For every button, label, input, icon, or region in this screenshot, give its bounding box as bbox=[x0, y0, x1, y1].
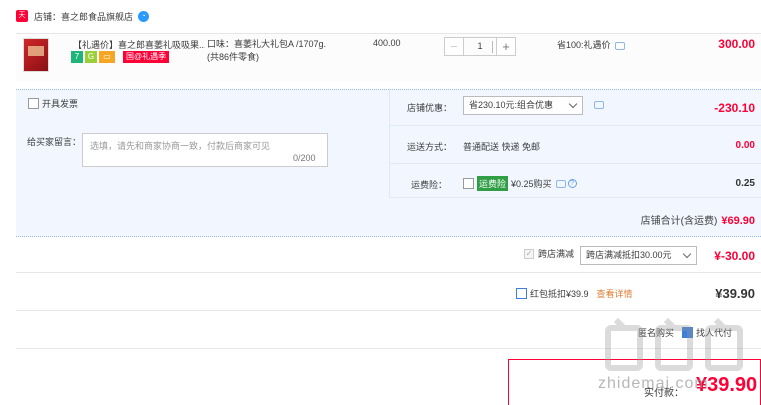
insurance-option[interactable]: 运费险 ¥0.25购买 ? bbox=[463, 176, 577, 191]
product-thumbnail[interactable] bbox=[23, 38, 49, 72]
qty-minus-button[interactable]: − bbox=[444, 37, 464, 56]
delivery-fee: 0.00 bbox=[735, 140, 755, 151]
shop-total: 店铺合计(含运费) ¥69.90 bbox=[560, 212, 755, 227]
shop-total-label: 店铺合计(含运费) bbox=[640, 216, 718, 227]
options-row-line bbox=[389, 125, 761, 126]
cross-store-label: 跨店满减 bbox=[538, 249, 575, 259]
cross-store-checkbox[interactable]: ✓ bbox=[524, 248, 534, 259]
guarantee-icon: G bbox=[85, 51, 97, 63]
tmall-icon: 天猫 bbox=[16, 10, 28, 31]
comment-icon[interactable] bbox=[555, 179, 566, 188]
ww-chat-icon[interactable]: ◔ bbox=[138, 10, 150, 22]
cross-store-value: ¥-30.00 bbox=[714, 249, 755, 263]
sku-count: (共86件零食) bbox=[207, 52, 260, 62]
comment-icon[interactable] bbox=[614, 41, 625, 50]
product-title-link[interactable]: 【礼遇价】喜之郎喜萎礼吸吸果... bbox=[73, 38, 205, 51]
shop-header: 天猫 店铺：喜之郎食品旗舰店 ◔ bbox=[0, 6, 150, 31]
shop-discount-value: -230.10 bbox=[714, 101, 755, 115]
item-total: 300.00 bbox=[718, 37, 755, 51]
cross-store-option[interactable]: ✓ 跨店满减 bbox=[524, 247, 574, 260]
cross-store-select[interactable]: 跨店满减抵扣30.00元 bbox=[580, 246, 697, 265]
red-packet-option[interactable]: 红包抵扣¥39.9 查看详情 bbox=[516, 287, 633, 300]
chevron-down-icon bbox=[682, 249, 692, 259]
red-packet-label: 红包抵扣¥39.9 bbox=[530, 289, 589, 299]
message-placeholder: 选填，请先和商家协商一致，付款后商家可见 bbox=[90, 141, 271, 151]
shop-discount-select[interactable]: 省230.10元:组合优惠 bbox=[463, 96, 583, 115]
shop-total-value: ¥69.90 bbox=[721, 215, 755, 227]
insurance-price: ¥0.25购买 bbox=[511, 179, 552, 189]
save-label: 省100:礼遇价 bbox=[557, 40, 611, 50]
watermark-text: zhidemai.com bbox=[598, 375, 709, 392]
help-icon[interactable]: ? bbox=[567, 179, 577, 188]
comment-icon[interactable] bbox=[594, 101, 604, 109]
qty-plus-button[interactable]: + bbox=[496, 37, 516, 56]
sku-info: 口味：喜萎礼大礼包A /1707g. (共86件零食) bbox=[207, 38, 326, 64]
watermark-logo-icon bbox=[605, 317, 743, 371]
red-packet-checkbox[interactable] bbox=[516, 288, 527, 299]
divider bbox=[16, 272, 761, 273]
shop-name-link[interactable]: 店铺：喜之郎食品旗舰店 bbox=[34, 10, 133, 23]
seven-day-return-icon: 7 bbox=[71, 51, 83, 63]
message-label: 给买家留言： bbox=[27, 137, 82, 147]
invoice-option[interactable]: 开具发票 bbox=[28, 97, 78, 110]
service-tags: 7 G ▭ 国@礼遇季 bbox=[71, 51, 170, 63]
sku-flavor: 口味：喜萎礼大礼包A /1707g. bbox=[207, 39, 327, 49]
delivery-method: 普通配送 快递 免邮 bbox=[463, 142, 541, 152]
invoice-checkbox[interactable] bbox=[28, 98, 39, 109]
delivery-label: 运送方式： bbox=[407, 142, 453, 152]
insurance-badge: 运费险 bbox=[477, 176, 509, 191]
gift-season-badge: 国@礼遇季 bbox=[123, 51, 170, 63]
shop-discount-label: 店铺优惠： bbox=[407, 103, 453, 113]
insurance-value: 0.25 bbox=[735, 178, 755, 189]
qty-input[interactable]: 1 bbox=[464, 37, 496, 56]
save-info: 省100:礼遇价 bbox=[557, 38, 625, 51]
options-row-line bbox=[389, 163, 761, 164]
quantity-stepper: − 1 + bbox=[444, 37, 516, 56]
divider bbox=[16, 310, 761, 311]
unit-price: 400.00 bbox=[373, 38, 401, 48]
options-row-line bbox=[389, 197, 761, 198]
chevron-down-icon bbox=[568, 99, 578, 109]
insurance-label: 运费险： bbox=[410, 180, 447, 190]
card-icon: ▭ bbox=[99, 51, 115, 63]
message-char-count: 0/200 bbox=[293, 153, 316, 163]
options-divider bbox=[389, 89, 390, 197]
insurance-checkbox[interactable] bbox=[463, 178, 474, 189]
red-packet-value: ¥39.90 bbox=[715, 286, 755, 301]
invoice-label: 开具发票 bbox=[42, 99, 79, 109]
shop-discount-selected: 省230.10元:组合优惠 bbox=[469, 100, 554, 110]
cross-store-selected: 跨店满减抵扣30.00元 bbox=[586, 250, 672, 260]
red-packet-details-link[interactable]: 查看详情 bbox=[597, 287, 633, 300]
